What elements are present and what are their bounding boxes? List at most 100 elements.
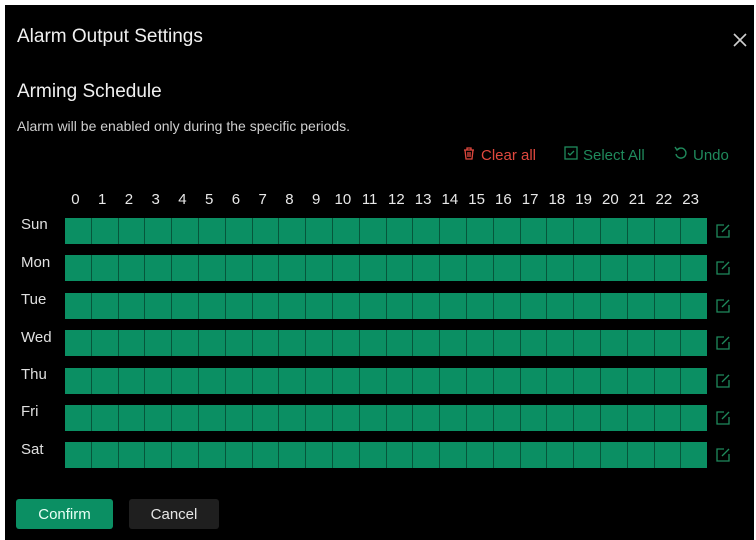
schedule-cell[interactable] bbox=[413, 330, 441, 356]
schedule-cell[interactable] bbox=[494, 405, 521, 431]
schedule-cell[interactable] bbox=[681, 405, 707, 431]
schedule-cell[interactable] bbox=[521, 293, 548, 319]
schedule-cell[interactable] bbox=[226, 405, 253, 431]
schedule-cell[interactable] bbox=[547, 218, 575, 244]
schedule-cell[interactable] bbox=[333, 255, 360, 281]
schedule-cell[interactable] bbox=[279, 442, 307, 468]
schedule-cell[interactable] bbox=[65, 442, 92, 468]
schedule-cell[interactable] bbox=[65, 330, 92, 356]
schedule-cell[interactable] bbox=[467, 218, 494, 244]
schedule-cell[interactable] bbox=[360, 218, 387, 244]
schedule-cell[interactable] bbox=[601, 368, 628, 394]
schedule-row-mon[interactable] bbox=[65, 255, 707, 281]
schedule-cell[interactable] bbox=[574, 255, 601, 281]
schedule-cell[interactable] bbox=[279, 218, 307, 244]
schedule-cell[interactable] bbox=[387, 293, 414, 319]
schedule-cell[interactable] bbox=[306, 368, 333, 394]
schedule-cell[interactable] bbox=[306, 255, 333, 281]
close-icon[interactable] bbox=[732, 32, 752, 52]
edit-icon[interactable] bbox=[715, 223, 731, 239]
schedule-cell[interactable] bbox=[226, 218, 253, 244]
schedule-cell[interactable] bbox=[628, 405, 655, 431]
schedule-cell[interactable] bbox=[521, 368, 548, 394]
schedule-cell[interactable] bbox=[413, 255, 441, 281]
edit-icon[interactable] bbox=[715, 298, 731, 314]
schedule-cell[interactable] bbox=[253, 293, 280, 319]
schedule-cell[interactable] bbox=[494, 368, 521, 394]
schedule-cell[interactable] bbox=[547, 368, 575, 394]
schedule-cell[interactable] bbox=[119, 368, 146, 394]
schedule-cell[interactable] bbox=[172, 405, 199, 431]
schedule-cell[interactable] bbox=[413, 368, 441, 394]
schedule-cell[interactable] bbox=[226, 368, 253, 394]
schedule-cell[interactable] bbox=[681, 293, 707, 319]
schedule-cell[interactable] bbox=[333, 442, 360, 468]
schedule-row-wed[interactable] bbox=[65, 330, 707, 356]
schedule-cell[interactable] bbox=[547, 442, 575, 468]
schedule-cell[interactable] bbox=[226, 442, 253, 468]
schedule-cell[interactable] bbox=[360, 255, 387, 281]
schedule-cell[interactable] bbox=[119, 442, 146, 468]
schedule-cell[interactable] bbox=[628, 218, 655, 244]
schedule-cell[interactable] bbox=[92, 442, 119, 468]
edit-icon[interactable] bbox=[715, 410, 731, 426]
edit-icon[interactable] bbox=[715, 335, 731, 351]
schedule-cell[interactable] bbox=[574, 218, 601, 244]
schedule-cell[interactable] bbox=[601, 255, 628, 281]
schedule-cell[interactable] bbox=[226, 330, 253, 356]
schedule-cell[interactable] bbox=[145, 218, 173, 244]
schedule-cell[interactable] bbox=[574, 405, 601, 431]
schedule-cell[interactable] bbox=[306, 405, 333, 431]
schedule-cell[interactable] bbox=[628, 368, 655, 394]
schedule-cell[interactable] bbox=[440, 330, 467, 356]
schedule-cell[interactable] bbox=[413, 405, 441, 431]
schedule-row-sun[interactable] bbox=[65, 218, 707, 244]
schedule-cell[interactable] bbox=[494, 293, 521, 319]
schedule-cell[interactable] bbox=[360, 442, 387, 468]
schedule-cell[interactable] bbox=[601, 442, 628, 468]
schedule-cell[interactable] bbox=[199, 330, 226, 356]
schedule-cell[interactable] bbox=[172, 330, 199, 356]
schedule-cell[interactable] bbox=[119, 405, 146, 431]
schedule-cell[interactable] bbox=[387, 442, 414, 468]
schedule-cell[interactable] bbox=[145, 368, 173, 394]
schedule-cell[interactable] bbox=[547, 330, 575, 356]
schedule-cell[interactable] bbox=[655, 442, 682, 468]
schedule-cell[interactable] bbox=[199, 368, 226, 394]
schedule-row-sat[interactable] bbox=[65, 442, 707, 468]
schedule-cell[interactable] bbox=[199, 218, 226, 244]
schedule-cell[interactable] bbox=[145, 255, 173, 281]
schedule-cell[interactable] bbox=[119, 293, 146, 319]
schedule-cell[interactable] bbox=[681, 368, 707, 394]
schedule-cell[interactable] bbox=[253, 330, 280, 356]
schedule-cell[interactable] bbox=[360, 405, 387, 431]
edit-icon[interactable] bbox=[715, 447, 731, 463]
schedule-cell[interactable] bbox=[333, 218, 360, 244]
schedule-cell[interactable] bbox=[306, 330, 333, 356]
schedule-cell[interactable] bbox=[681, 442, 707, 468]
schedule-cell[interactable] bbox=[440, 405, 467, 431]
schedule-cell[interactable] bbox=[574, 330, 601, 356]
schedule-cell[interactable] bbox=[601, 405, 628, 431]
schedule-cell[interactable] bbox=[628, 255, 655, 281]
schedule-cell[interactable] bbox=[226, 293, 253, 319]
schedule-cell[interactable] bbox=[440, 442, 467, 468]
schedule-cell[interactable] bbox=[172, 293, 199, 319]
schedule-cell[interactable] bbox=[521, 255, 548, 281]
schedule-cell[interactable] bbox=[333, 368, 360, 394]
schedule-cell[interactable] bbox=[413, 218, 441, 244]
schedule-cell[interactable] bbox=[65, 405, 92, 431]
schedule-cell[interactable] bbox=[547, 405, 575, 431]
schedule-cell[interactable] bbox=[199, 442, 226, 468]
schedule-cell[interactable] bbox=[440, 255, 467, 281]
schedule-cell[interactable] bbox=[601, 293, 628, 319]
confirm-button[interactable]: Confirm bbox=[16, 499, 113, 529]
schedule-cell[interactable] bbox=[574, 293, 601, 319]
schedule-row-tue[interactable] bbox=[65, 293, 707, 319]
schedule-cell[interactable] bbox=[387, 218, 414, 244]
schedule-cell[interactable] bbox=[306, 293, 333, 319]
schedule-cell[interactable] bbox=[440, 293, 467, 319]
schedule-cell[interactable] bbox=[65, 255, 92, 281]
schedule-cell[interactable] bbox=[92, 218, 119, 244]
schedule-cell[interactable] bbox=[655, 330, 682, 356]
